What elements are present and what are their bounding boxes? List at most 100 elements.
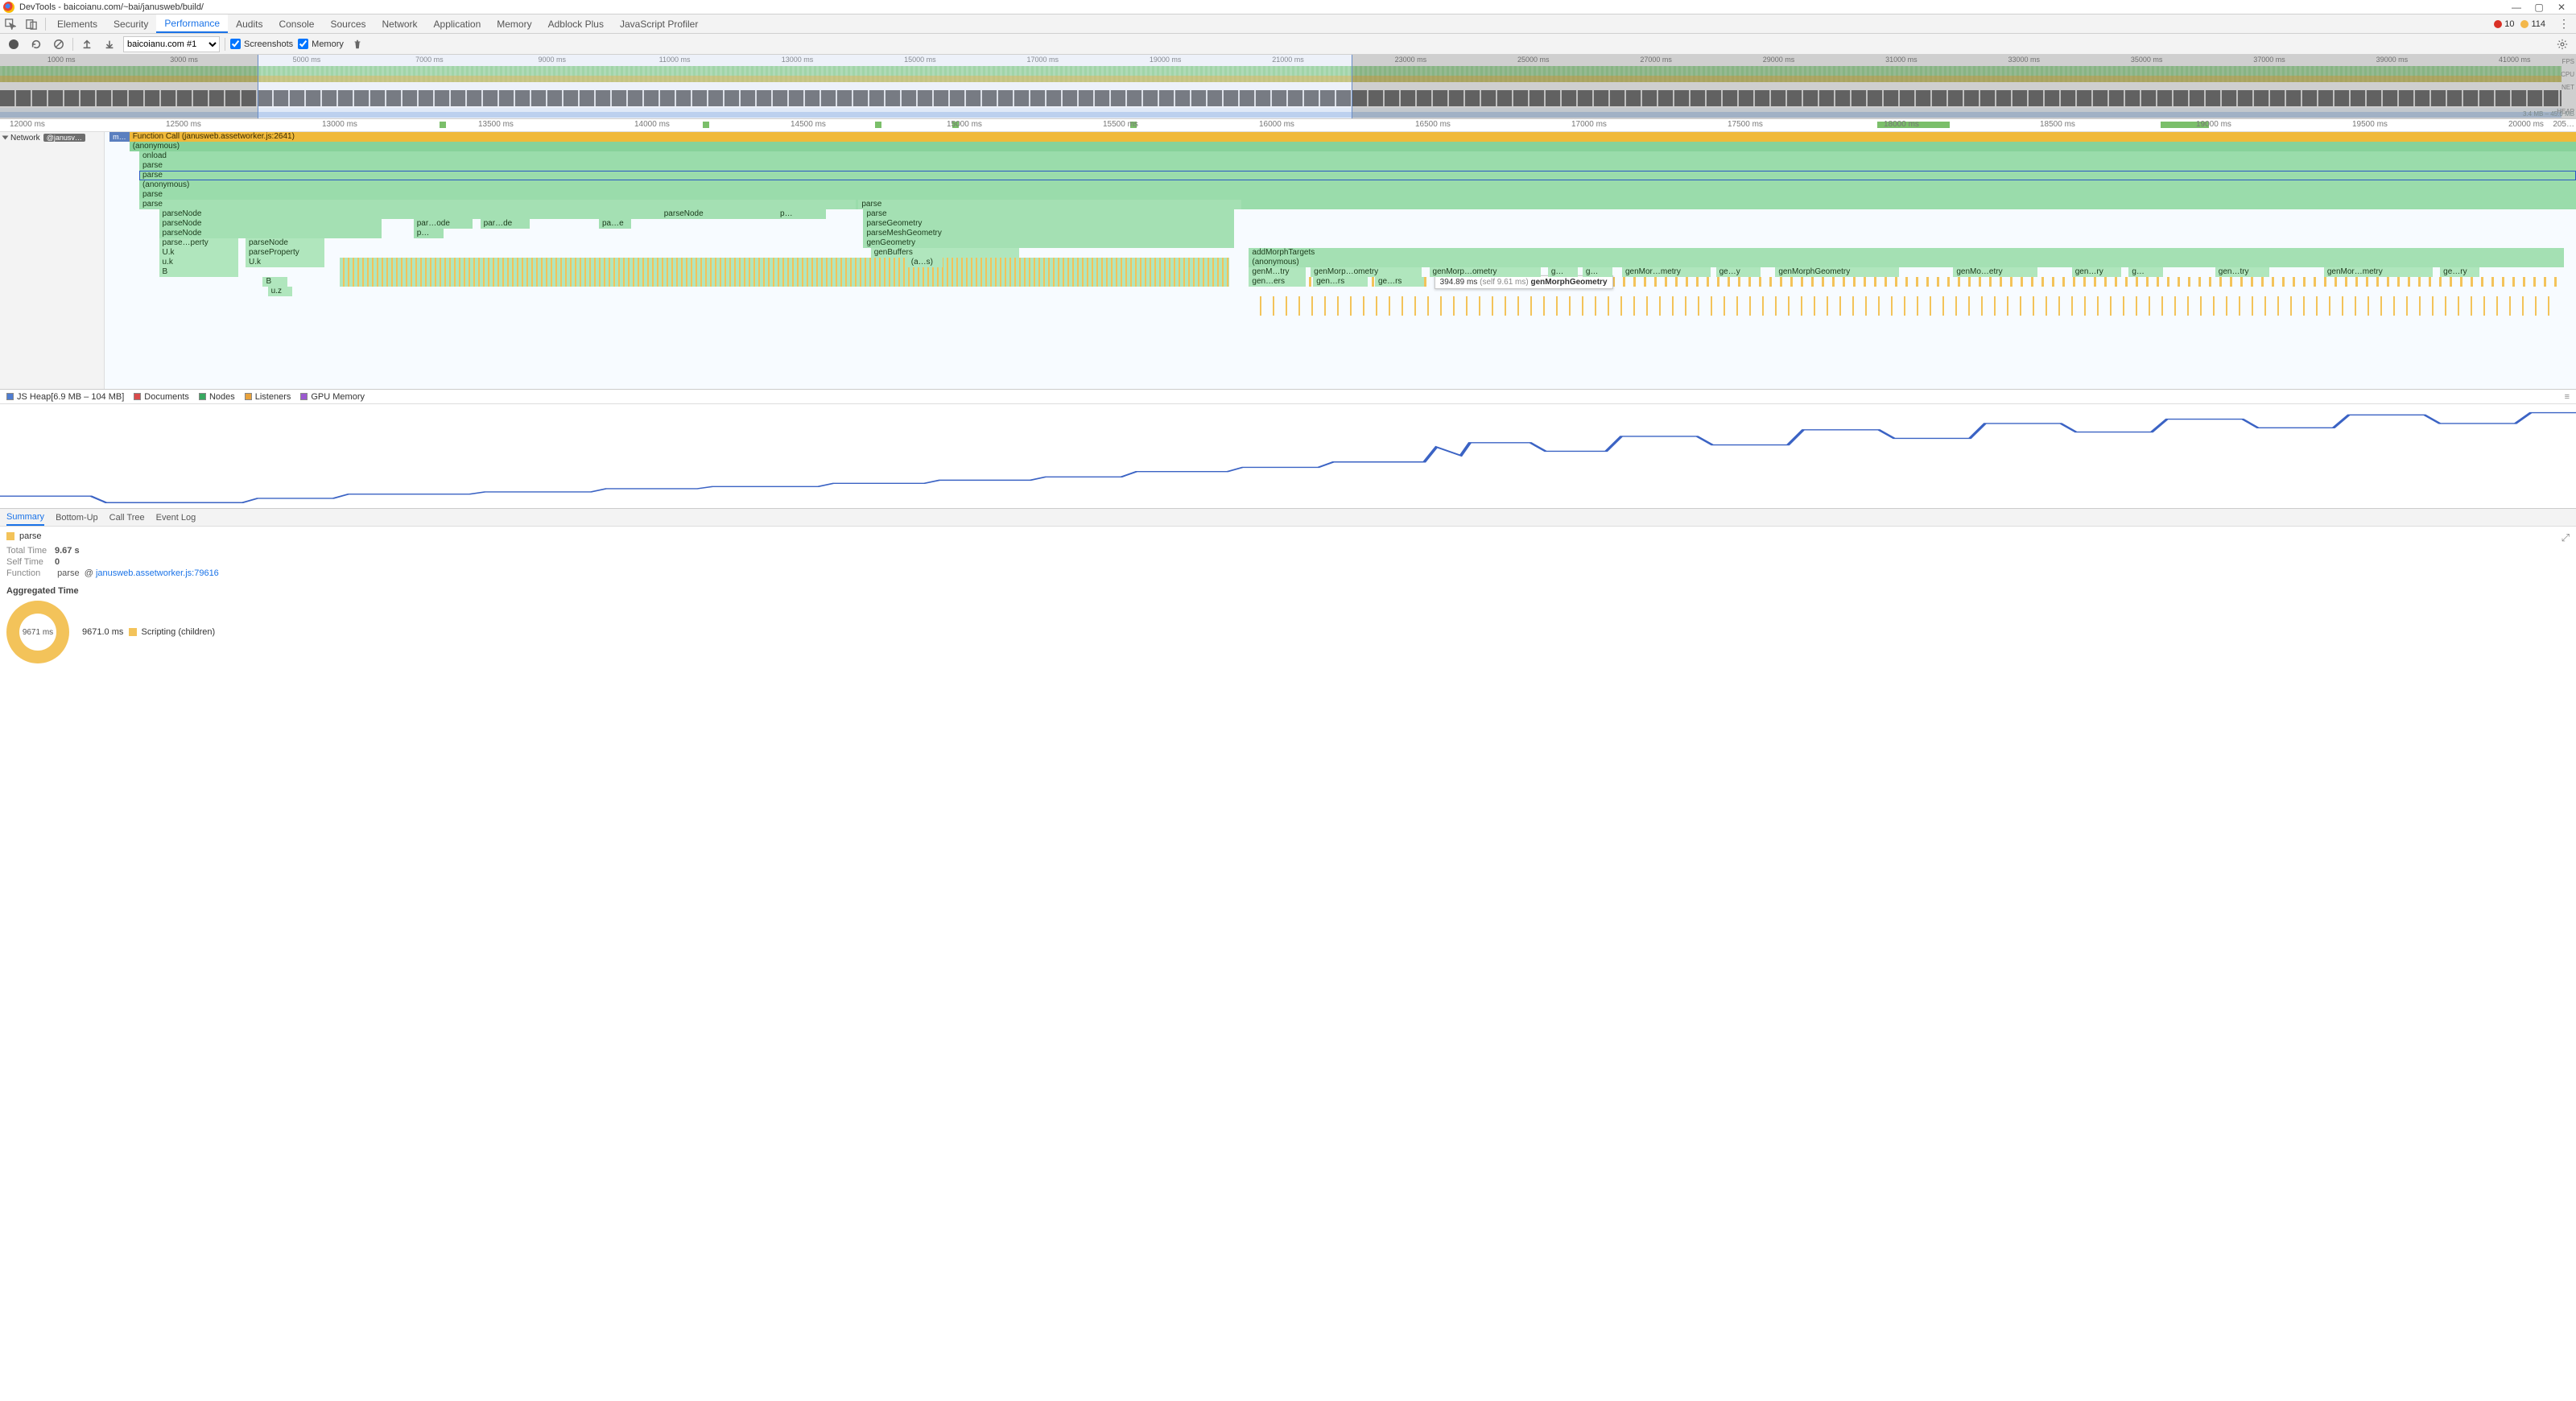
tab-memory[interactable]: Memory (489, 14, 539, 33)
nodes-toggle[interactable]: Nodes (199, 392, 235, 402)
flame-frame[interactable]: (anonymous) (130, 142, 2576, 151)
flame-frame[interactable]: genMorphGeometry (1775, 267, 1899, 277)
tab-jsprofiler[interactable]: JavaScript Profiler (612, 14, 706, 33)
flame-frame[interactable]: pa…e (599, 219, 631, 229)
flame-frame[interactable]: genM…try (1249, 267, 1306, 277)
flame-frame[interactable]: B (159, 267, 238, 277)
timeline-overview[interactable]: 1000 ms3000 ms5000 ms7000 ms9000 ms11000… (0, 55, 2576, 119)
tab-application[interactable]: Application (426, 14, 489, 33)
screenshots-toggle[interactable]: Screenshots (230, 39, 293, 49)
flame-frame[interactable]: gen…try (2215, 267, 2270, 277)
flame-frame[interactable]: parse…perty (159, 238, 238, 248)
flame-frame[interactable]: parseGeometry (863, 219, 1234, 229)
memory-menu-icon[interactable]: ≡ (2565, 392, 2570, 402)
flame-frame[interactable]: gen…rs (1313, 277, 1368, 287)
minimize-button[interactable]: — (2505, 1, 2528, 14)
tab-sources[interactable]: Sources (322, 14, 374, 33)
flame-frame[interactable]: onload (139, 151, 2576, 161)
more-menu-icon[interactable]: ⋮ (2552, 17, 2576, 31)
flame-frame[interactable]: Function Call (janusweb.assetworker.js:2… (130, 132, 2576, 142)
jsheap-toggle[interactable]: JS Heap[6.9 MB – 104 MB] (6, 392, 124, 402)
flame-frame[interactable]: parseMeshGeometry (863, 229, 1234, 238)
flame-frame[interactable]: genMor…metry (2324, 267, 2433, 277)
flame-frame[interactable]: p… (777, 209, 811, 219)
close-button[interactable]: ✕ (2550, 1, 2573, 14)
record-button[interactable] (5, 35, 23, 53)
flame-frame[interactable]: (a…s) (908, 258, 943, 267)
screenshots-checkbox[interactable] (230, 39, 241, 49)
flame-frame[interactable]: p… (414, 229, 444, 238)
flame-frame[interactable]: u.z (268, 287, 293, 296)
flame-chart[interactable]: m… 394.89 ms (self 9.61 ms) genMorphGeom… (105, 132, 2576, 389)
flame-frame[interactable]: parseNode (159, 219, 382, 229)
flame-frame[interactable]: par…ode (414, 219, 473, 229)
inspect-icon[interactable] (0, 14, 21, 34)
flame-frame[interactable]: parse (139, 200, 856, 209)
flame-frame[interactable]: addMorphTargets (1249, 248, 2563, 258)
flame-frame[interactable]: genMo…etry (1953, 267, 2037, 277)
flame-frame[interactable]: gen…ry (2072, 267, 2121, 277)
documents-toggle[interactable]: Documents (134, 392, 189, 402)
tab-security[interactable]: Security (105, 14, 156, 33)
flame-frame[interactable]: parseProperty (246, 248, 324, 258)
tab-event-log[interactable]: Event Log (156, 510, 196, 525)
flame-frame[interactable]: g… (1583, 267, 1612, 277)
flame-frame[interactable]: genBuffers (871, 248, 1019, 258)
reload-record-button[interactable] (27, 35, 45, 53)
flame-frame[interactable]: parseNode (661, 209, 760, 219)
flame-frame[interactable]: parseNode (159, 229, 382, 238)
function-link[interactable]: janusweb.assetworker.js:79616 (96, 568, 219, 578)
expand-icon[interactable]: ⤢ (2562, 531, 2570, 544)
flame-frame[interactable]: u.k (159, 258, 238, 267)
flame-frame[interactable]: B (262, 277, 287, 287)
flame-frame-main[interactable]: m… (109, 132, 130, 142)
tab-elements[interactable]: Elements (49, 14, 105, 33)
flame-frame[interactable]: g… (1548, 267, 1578, 277)
flame-frame[interactable]: parse (858, 200, 1241, 209)
tab-audits[interactable]: Audits (228, 14, 270, 33)
flame-frame[interactable]: par…de (481, 219, 530, 229)
flame-frame[interactable]: (anonymous) (1249, 258, 2563, 267)
clear-button[interactable] (50, 35, 68, 53)
flame-frame[interactable]: U.k (246, 258, 324, 267)
flame-frame[interactable]: parse (863, 209, 1234, 219)
tab-call-tree[interactable]: Call Tree (109, 510, 145, 525)
console-error-badge[interactable]: 10 (2494, 19, 2514, 29)
tab-adblock[interactable]: Adblock Plus (540, 14, 612, 33)
flame-ruler[interactable]: 205… 12000 ms12500 ms13000 ms13500 ms140… (0, 119, 2576, 132)
flame-frame[interactable]: ge…rs (1375, 277, 1424, 287)
tab-summary[interactable]: Summary (6, 510, 44, 526)
profile-select[interactable]: baicoianu.com #1 (123, 36, 220, 52)
maximize-button[interactable]: ▢ (2528, 1, 2550, 14)
flame-frame[interactable]: genGeometry (863, 238, 1234, 248)
flame-frame[interactable]: (anonymous) (139, 180, 2576, 190)
overview-selection[interactable] (258, 55, 1352, 118)
tab-console[interactable]: Console (270, 14, 322, 33)
console-warning-badge[interactable]: 114 (2520, 19, 2545, 29)
flame-frame[interactable]: genMor…metry (1622, 267, 1711, 277)
flame-frame[interactable]: g… (2128, 267, 2163, 277)
load-profile-button[interactable] (78, 35, 96, 53)
flame-frame[interactable]: parse (139, 161, 2576, 171)
gpumem-toggle[interactable]: GPU Memory (300, 392, 365, 402)
track-network[interactable]: Network @janusv… (0, 132, 104, 143)
flame-frame[interactable]: U.k (159, 248, 238, 258)
listeners-toggle[interactable]: Listeners (245, 392, 291, 402)
tab-network[interactable]: Network (374, 14, 426, 33)
flame-frame[interactable]: parseNode (246, 238, 324, 248)
flame-frame[interactable]: genMorp…ometry (1311, 267, 1422, 277)
tab-bottom-up[interactable]: Bottom-Up (56, 510, 98, 525)
save-profile-button[interactable] (101, 35, 118, 53)
flame-frame[interactable]: gen…ers (1249, 277, 1306, 287)
tab-performance[interactable]: Performance (156, 14, 228, 33)
flame-frame[interactable]: parse (139, 190, 2576, 200)
flame-frame[interactable]: genMorp…ometry (1430, 267, 1541, 277)
device-toggle-icon[interactable] (21, 14, 42, 34)
perf-settings-button[interactable] (2553, 35, 2571, 53)
flame-frame[interactable]: ge…ry (2440, 267, 2479, 277)
flame-frame[interactable]: parse (139, 171, 2576, 180)
flame-frame[interactable]: ge…y (1716, 267, 1761, 277)
heap-chart[interactable] (0, 404, 2576, 509)
memory-toggle[interactable]: Memory (298, 39, 344, 49)
memory-checkbox[interactable] (298, 39, 308, 49)
